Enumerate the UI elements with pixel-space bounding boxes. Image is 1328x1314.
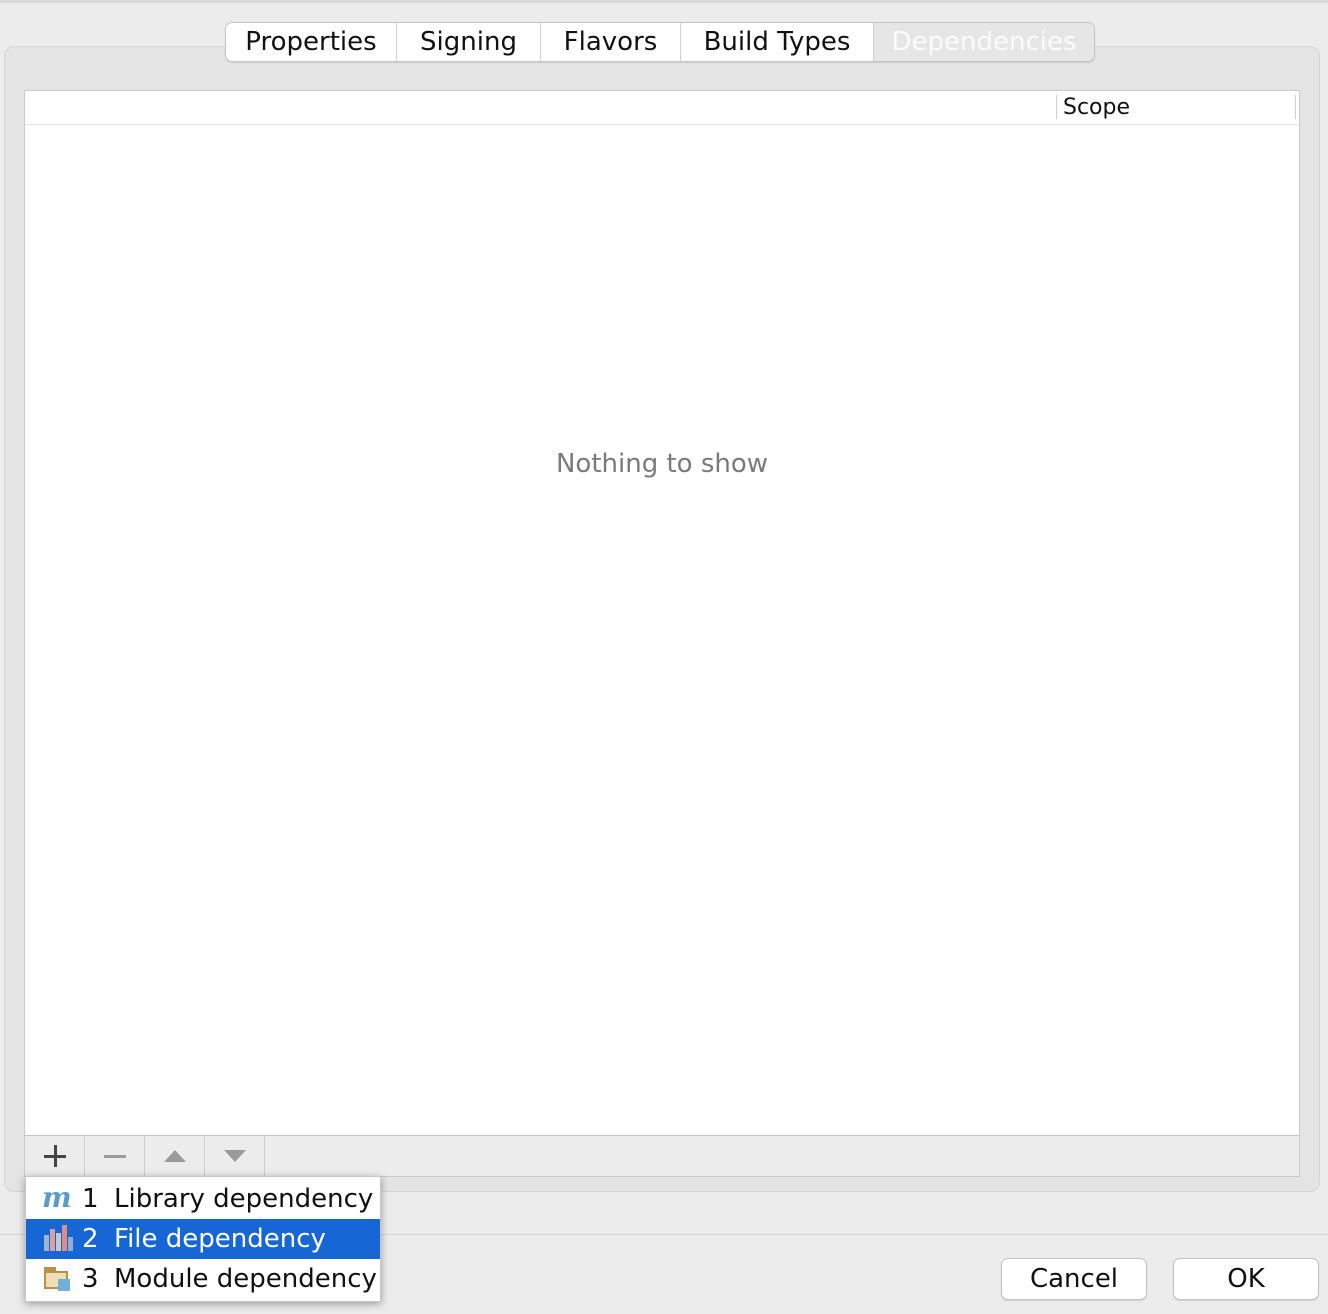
menu-item-label: File dependency — [114, 1224, 326, 1254]
remove-button[interactable] — [85, 1136, 145, 1176]
tab-build-types[interactable]: Build Types — [681, 23, 874, 61]
empty-state-text: Nothing to show — [555, 449, 769, 479]
arrow-down-icon — [223, 1150, 246, 1162]
table-header: Scope — [25, 91, 1299, 125]
add-dependency-menu: m 1 Library dependency 2 File dependency… — [25, 1176, 381, 1302]
plus-icon — [43, 1145, 66, 1167]
tab-bar: Properties Signing Flavors Build Types D… — [225, 22, 1095, 62]
menu-item-number: 2 — [82, 1224, 99, 1254]
menu-item-label: Module dependency — [114, 1264, 377, 1294]
module-folder-icon — [42, 1265, 72, 1293]
menu-item-library-dependency[interactable]: m 1 Library dependency — [26, 1179, 380, 1219]
add-button[interactable] — [25, 1136, 85, 1176]
tab-signing[interactable]: Signing — [397, 23, 541, 61]
menu-item-label: Library dependency — [114, 1184, 374, 1214]
tab-flavors[interactable]: Flavors — [541, 23, 681, 61]
tab-properties[interactable]: Properties — [226, 23, 397, 61]
ok-button[interactable]: OK — [1173, 1258, 1319, 1300]
minus-icon — [103, 1154, 126, 1158]
table-toolbar — [24, 1135, 1300, 1177]
tab-dependencies[interactable]: Dependencies — [874, 23, 1094, 61]
window-top-border — [0, 0, 1328, 3]
cancel-button[interactable]: Cancel — [1001, 1258, 1147, 1300]
menu-item-file-dependency[interactable]: 2 File dependency — [26, 1219, 380, 1259]
column-header-scope[interactable]: Scope — [1063, 91, 1130, 124]
arrow-up-icon — [163, 1150, 186, 1162]
column-separator[interactable] — [1056, 95, 1057, 119]
maven-icon: m — [42, 1181, 72, 1214]
file-icon — [42, 1225, 73, 1253]
menu-item-number: 3 — [82, 1264, 99, 1294]
dependencies-table[interactable]: Scope Nothing to show — [24, 90, 1300, 1136]
menu-item-number: 1 — [82, 1184, 99, 1214]
menu-item-module-dependency[interactable]: 3 Module dependency — [26, 1259, 380, 1299]
move-up-button[interactable] — [145, 1136, 205, 1176]
column-separator — [1295, 95, 1296, 119]
move-down-button[interactable] — [205, 1136, 265, 1176]
